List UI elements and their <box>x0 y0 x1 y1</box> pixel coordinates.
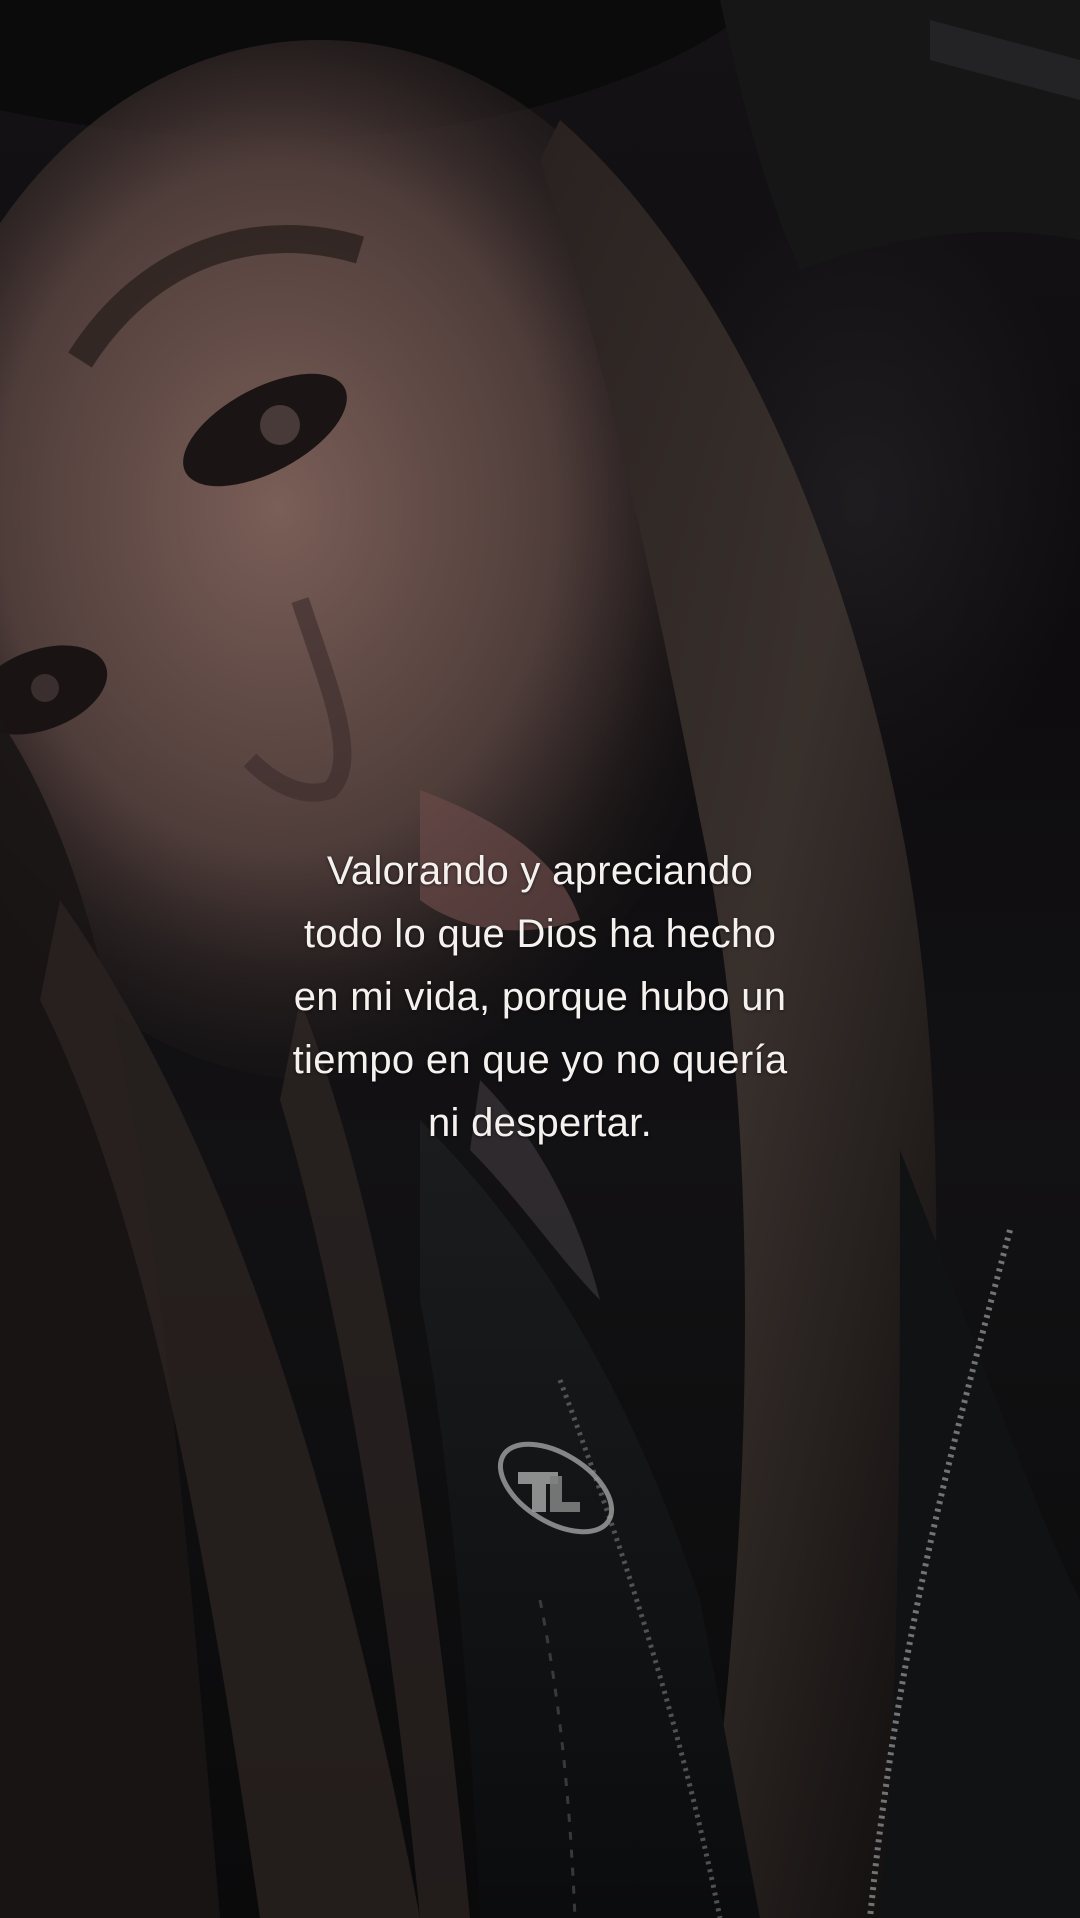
caption-line: en mi vida, porque hubo un <box>293 975 787 1019</box>
caption-line: ni despertar. <box>427 1101 653 1145</box>
jacket-shape-2 <box>880 1150 1080 1918</box>
car-interior <box>720 0 1080 270</box>
tl-watermark-logo-icon <box>497 1441 615 1535</box>
caption-line: todo lo que Dios ha hecho <box>303 912 777 956</box>
caption-text: Valorando y apreciando todo lo que Dios … <box>0 840 1080 1155</box>
caption-line: Valorando y apreciando <box>326 849 754 893</box>
photo-story-canvas: Valorando y apreciando todo lo que Dios … <box>0 0 1080 1918</box>
caption-line: tiempo en que yo no quería <box>292 1038 788 1082</box>
